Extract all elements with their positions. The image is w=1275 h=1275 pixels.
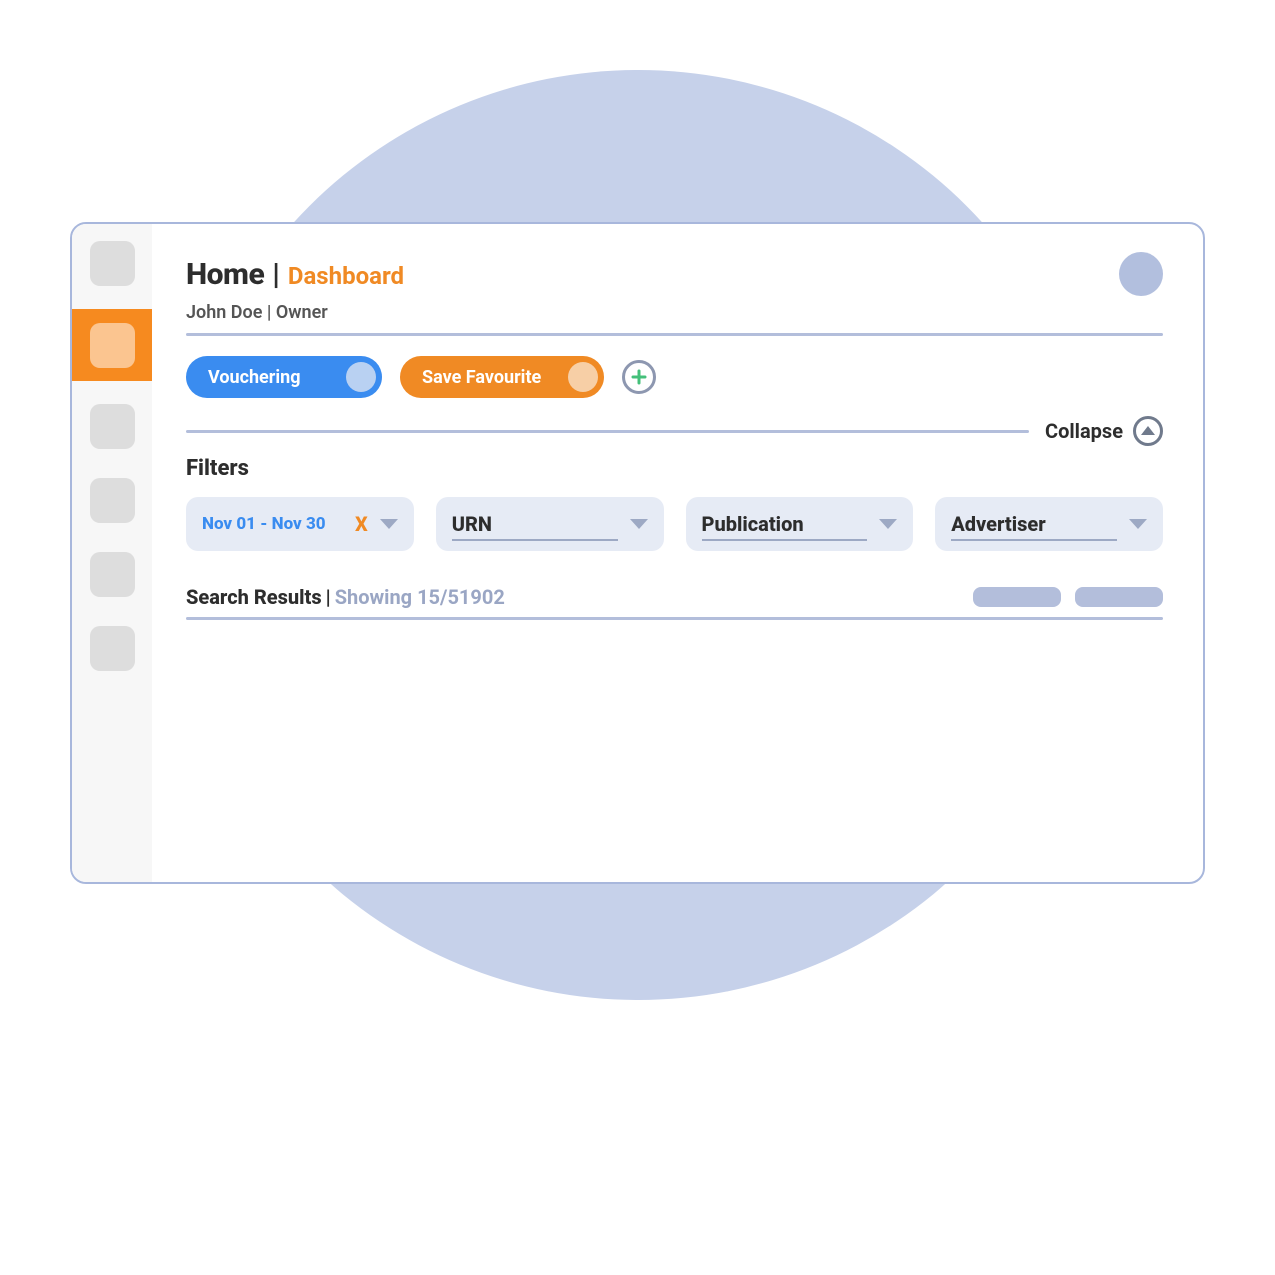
filters-row: Nov 01 - Nov 30 X URN Publication Advert…	[186, 497, 1163, 551]
avatar[interactable]	[1119, 252, 1163, 296]
divider-2	[186, 617, 1163, 620]
add-button[interactable]	[622, 360, 656, 394]
chips-row: Vouchering Save Favourite	[186, 356, 1163, 398]
chevron-down-icon	[630, 519, 648, 529]
sidebar-item-4[interactable]	[90, 478, 135, 523]
filter-publication-label: Publication	[702, 512, 804, 536]
user-subtitle: John Doe | Owner	[186, 302, 1163, 323]
collapse-divider	[186, 430, 1029, 433]
results-action-2[interactable]	[1075, 587, 1163, 607]
filter-advertiser[interactable]: Advertiser	[935, 497, 1163, 551]
filter-publication[interactable]: Publication	[686, 497, 914, 551]
sidebar-item-3[interactable]	[90, 404, 135, 449]
chevron-down-icon	[879, 519, 897, 529]
main-content: Home | Dashboard John Doe | Owner Vouche…	[152, 224, 1203, 882]
app-window: Home | Dashboard John Doe | Owner Vouche…	[70, 222, 1205, 884]
filters-heading: Filters	[186, 456, 1163, 481]
save-favourite-label: Save Favourite	[422, 367, 541, 388]
collapse-button[interactable]	[1133, 416, 1163, 446]
filter-underline	[951, 539, 1117, 541]
save-favourite-toggle-dot	[568, 362, 598, 392]
header-row: Home | Dashboard	[186, 252, 1163, 296]
filter-urn-label: URN	[452, 512, 492, 536]
filter-urn[interactable]: URN	[436, 497, 664, 551]
title-dashboard: Dashboard	[288, 262, 404, 290]
chevron-up-icon	[1141, 426, 1155, 435]
filter-advertiser-label: Advertiser	[951, 512, 1045, 536]
plus-icon	[630, 368, 648, 386]
filter-underline	[702, 539, 868, 541]
sidebar-item-5[interactable]	[90, 552, 135, 597]
vouchering-label: Vouchering	[208, 367, 301, 388]
save-favourite-toggle[interactable]: Save Favourite	[400, 356, 604, 398]
chevron-down-icon	[1129, 519, 1147, 529]
results-pipe: |	[326, 585, 331, 609]
sidebar-item-2-active[interactable]	[72, 309, 152, 381]
filter-date-range[interactable]: Nov 01 - Nov 30 X	[186, 497, 414, 551]
sidebar	[72, 224, 152, 882]
vouchering-toggle[interactable]: Vouchering	[186, 356, 382, 398]
results-label: Search Results	[186, 585, 322, 609]
results-showing: Showing 15/51902	[335, 585, 505, 609]
filter-date-value: Nov 01 - Nov 30	[202, 514, 326, 534]
sidebar-item-1[interactable]	[90, 241, 135, 286]
filter-date-clear[interactable]: X	[355, 512, 368, 536]
title-pipe: |	[272, 257, 280, 292]
collapse-row: Collapse	[186, 416, 1163, 446]
results-action-1[interactable]	[973, 587, 1061, 607]
collapse-label: Collapse	[1045, 419, 1123, 443]
divider-1	[186, 333, 1163, 336]
title-home: Home	[186, 257, 264, 292]
filter-underline	[452, 539, 618, 541]
sidebar-item-6[interactable]	[90, 626, 135, 671]
chevron-down-icon	[380, 519, 398, 529]
page-title: Home | Dashboard	[186, 257, 404, 292]
results-row: Search Results | Showing 15/51902	[186, 585, 1163, 609]
vouchering-toggle-dot	[346, 362, 376, 392]
results-actions	[973, 587, 1163, 607]
sidebar-item-2-icon	[90, 323, 135, 368]
